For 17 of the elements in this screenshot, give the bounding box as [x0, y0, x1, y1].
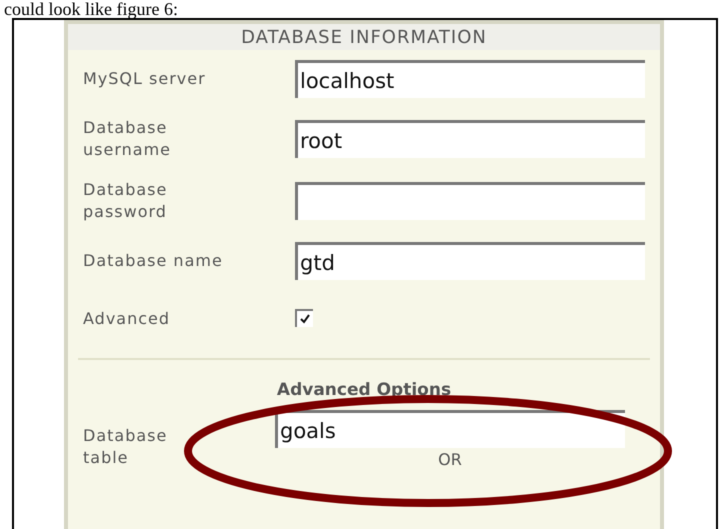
checkbox[interactable] — [295, 309, 313, 327]
input-field[interactable]: goals — [275, 410, 625, 448]
input-field[interactable]: gtd — [295, 242, 645, 280]
check-icon — [299, 313, 311, 325]
input-field[interactable]: root — [295, 120, 645, 158]
field-label: Database password — [83, 179, 168, 223]
field-label: Advanced — [83, 308, 172, 330]
body-text: could look like figure 6: — [3, 0, 179, 16]
section-heading: Advanced Options — [276, 379, 452, 400]
field-label: MySQL server — [83, 68, 207, 90]
field-label: Database table — [83, 425, 168, 469]
panel-title: DATABASE INFORMATION — [68, 24, 660, 50]
separator-text: OR — [438, 450, 462, 469]
input-field[interactable] — [295, 182, 645, 220]
field-label: Database username — [83, 117, 172, 161]
input-field[interactable]: localhost — [295, 60, 645, 98]
field-label: Database name — [83, 250, 224, 272]
